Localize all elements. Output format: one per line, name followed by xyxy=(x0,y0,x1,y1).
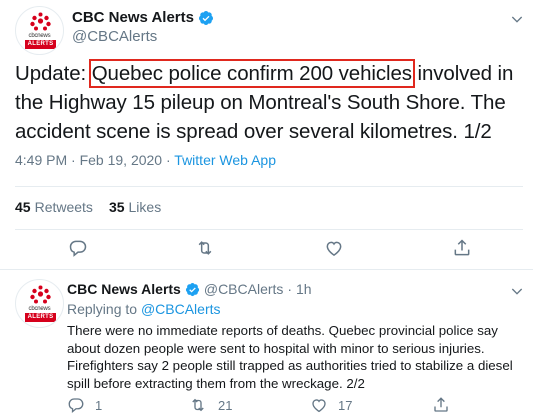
avatar-brand-text: cbcnews xyxy=(28,33,51,39)
engagement-stats: 45 Retweets 35 Likes xyxy=(15,199,161,215)
meta-separator: · xyxy=(162,152,175,168)
reply-retweet-button[interactable]: 21 xyxy=(188,396,232,414)
replying-mention-link[interactable]: @CBCAlerts xyxy=(141,301,221,317)
divider xyxy=(15,229,523,230)
avatar-badge: ALERTS xyxy=(25,313,56,322)
chevron-down-icon[interactable] xyxy=(509,11,525,27)
reply-body: There were no immediate reports of death… xyxy=(67,323,513,391)
thread-divider xyxy=(0,269,533,270)
retweets-label: Retweets xyxy=(34,199,93,215)
replying-to: Replying to @CBCAlerts xyxy=(67,301,221,317)
reply-icon xyxy=(69,240,87,257)
avatar-badge: ALERTS xyxy=(25,40,56,49)
retweet-count: 21 xyxy=(218,397,233,413)
reply-count: 1 xyxy=(95,397,103,413)
reply-display-name[interactable]: CBC News Alerts xyxy=(67,281,181,297)
reply-icon xyxy=(68,398,84,414)
share-button[interactable] xyxy=(452,238,472,258)
divider xyxy=(15,186,523,187)
replying-prefix: Replying to xyxy=(67,301,141,317)
reply-like-button[interactable]: 17 xyxy=(310,396,352,414)
author-name-row[interactable]: CBC News Alerts xyxy=(72,9,214,26)
like-count: 17 xyxy=(338,397,353,413)
likes-stat[interactable]: 35 Likes xyxy=(109,199,161,215)
heart-icon xyxy=(326,241,342,256)
reply-avatar[interactable]: cbcnews ALERTS xyxy=(15,279,64,328)
reply-reply-button[interactable]: 1 xyxy=(67,396,102,414)
tweet-body: Update: Quebec police confirm 200 vehicl… xyxy=(15,59,525,146)
retweet-icon xyxy=(198,241,212,255)
tweet-timestamp[interactable]: 4:49 PM · Feb 19, 2020 xyxy=(15,152,162,168)
verified-badge-icon xyxy=(185,282,199,296)
retweets-stat[interactable]: 45 Retweets xyxy=(15,199,93,215)
retweets-count: 45 xyxy=(15,199,31,215)
reply-share-button[interactable] xyxy=(432,396,450,414)
verified-badge-icon xyxy=(198,10,213,25)
share-icon xyxy=(434,397,448,412)
avatar-brand-text: cbcnews xyxy=(28,306,51,312)
retweet-icon xyxy=(192,398,204,412)
author-handle[interactable]: @CBCAlerts xyxy=(72,28,157,45)
avatar[interactable]: cbcnews ALERTS xyxy=(15,6,64,55)
tweet-text-lead: Update: xyxy=(15,62,92,85)
chevron-down-icon[interactable] xyxy=(509,283,525,299)
heart-icon xyxy=(312,399,326,413)
retweet-button[interactable] xyxy=(194,238,216,258)
likes-label: Likes xyxy=(128,199,162,215)
highlighted-phrase: Quebec police confirm 200 vehicles xyxy=(88,59,415,88)
reply-author-row[interactable]: CBC News Alerts @CBCAlerts · 1h xyxy=(67,281,312,297)
tweet-source-link[interactable]: Twitter Web App xyxy=(174,152,276,168)
likes-count: 35 xyxy=(108,199,125,215)
reply-button[interactable] xyxy=(68,238,88,258)
like-button[interactable] xyxy=(324,238,344,258)
tweet-meta: 4:49 PM · Feb 19, 2020 · Twitter Web App xyxy=(15,152,276,168)
share-icon xyxy=(454,239,470,256)
reply-age[interactable]: · 1h xyxy=(287,281,311,297)
reply-handle[interactable]: @CBCAlerts xyxy=(204,281,284,297)
author-display-name[interactable]: CBC News Alerts xyxy=(72,9,194,26)
